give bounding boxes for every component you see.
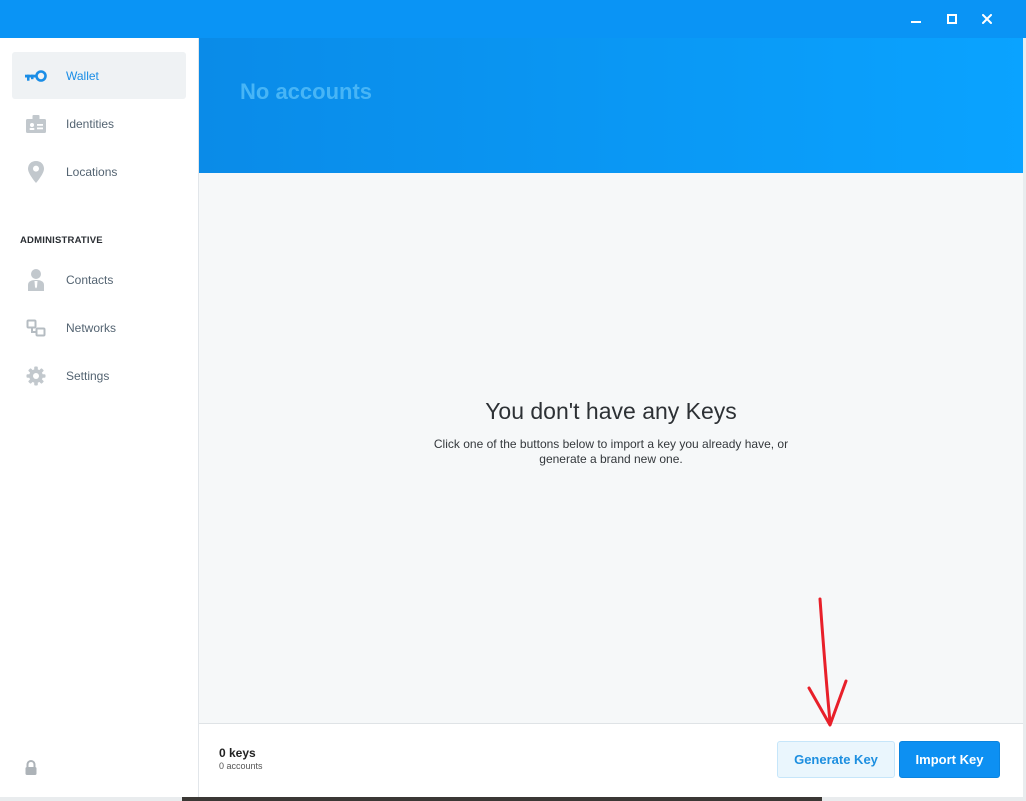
close-icon [982,14,992,24]
import-key-button[interactable]: Import Key [899,741,1000,778]
network-icon [24,316,48,340]
banner-title: No accounts [240,79,373,104]
sidebar-item-label: Settings [66,368,110,383]
lock-button[interactable] [23,759,39,776]
minimize-button[interactable] [899,0,933,38]
close-button[interactable] [970,0,1004,38]
maximize-button[interactable] [935,0,969,38]
title-bar [0,0,1026,38]
main-content: No accounts You don't have any Keys Clic… [199,38,1023,723]
section-heading-administrative: ADMINISTRATIVE [20,235,103,246]
generate-key-button[interactable]: Generate Key [777,741,895,778]
sidebar-item-wallet[interactable]: Wallet [12,52,186,99]
id-card-icon [24,112,48,136]
sidebar-item-label: Wallet [66,68,99,83]
accounts-banner: No accounts [199,38,1023,173]
keys-count: 0 keys [219,746,256,760]
footer-bar: 0 keys 0 accounts Generate Key Import Ke… [199,723,1023,798]
map-pin-icon [24,160,48,184]
contact-person-icon [24,268,48,292]
sidebar-item-contacts[interactable]: Contacts [12,256,186,303]
sidebar-item-label: Identities [66,116,115,131]
sidebar-item-locations[interactable]: Locations [12,148,186,195]
minimize-icon [911,21,921,23]
sidebar-item-networks[interactable]: Networks [12,304,186,351]
gear-icon [24,364,48,388]
sidebar-item-label: Locations [66,164,118,179]
empty-state-title: You don't have any Keys [485,398,737,424]
lock-icon [25,759,37,775]
key-icon [24,64,48,88]
sidebar: Wallet Identities Locations ADMINISTRATI… [0,38,199,797]
background-strip [182,797,822,801]
sidebar-item-settings[interactable]: Settings [12,352,186,399]
sidebar-item-label: Networks [66,320,117,335]
accounts-count: 0 accounts [219,761,263,771]
empty-state-description: Click one of the buttons below to import… [433,437,789,466]
sidebar-item-identities[interactable]: Identities [12,100,186,147]
sidebar-item-label: Contacts [66,272,114,287]
maximize-icon [947,14,957,24]
